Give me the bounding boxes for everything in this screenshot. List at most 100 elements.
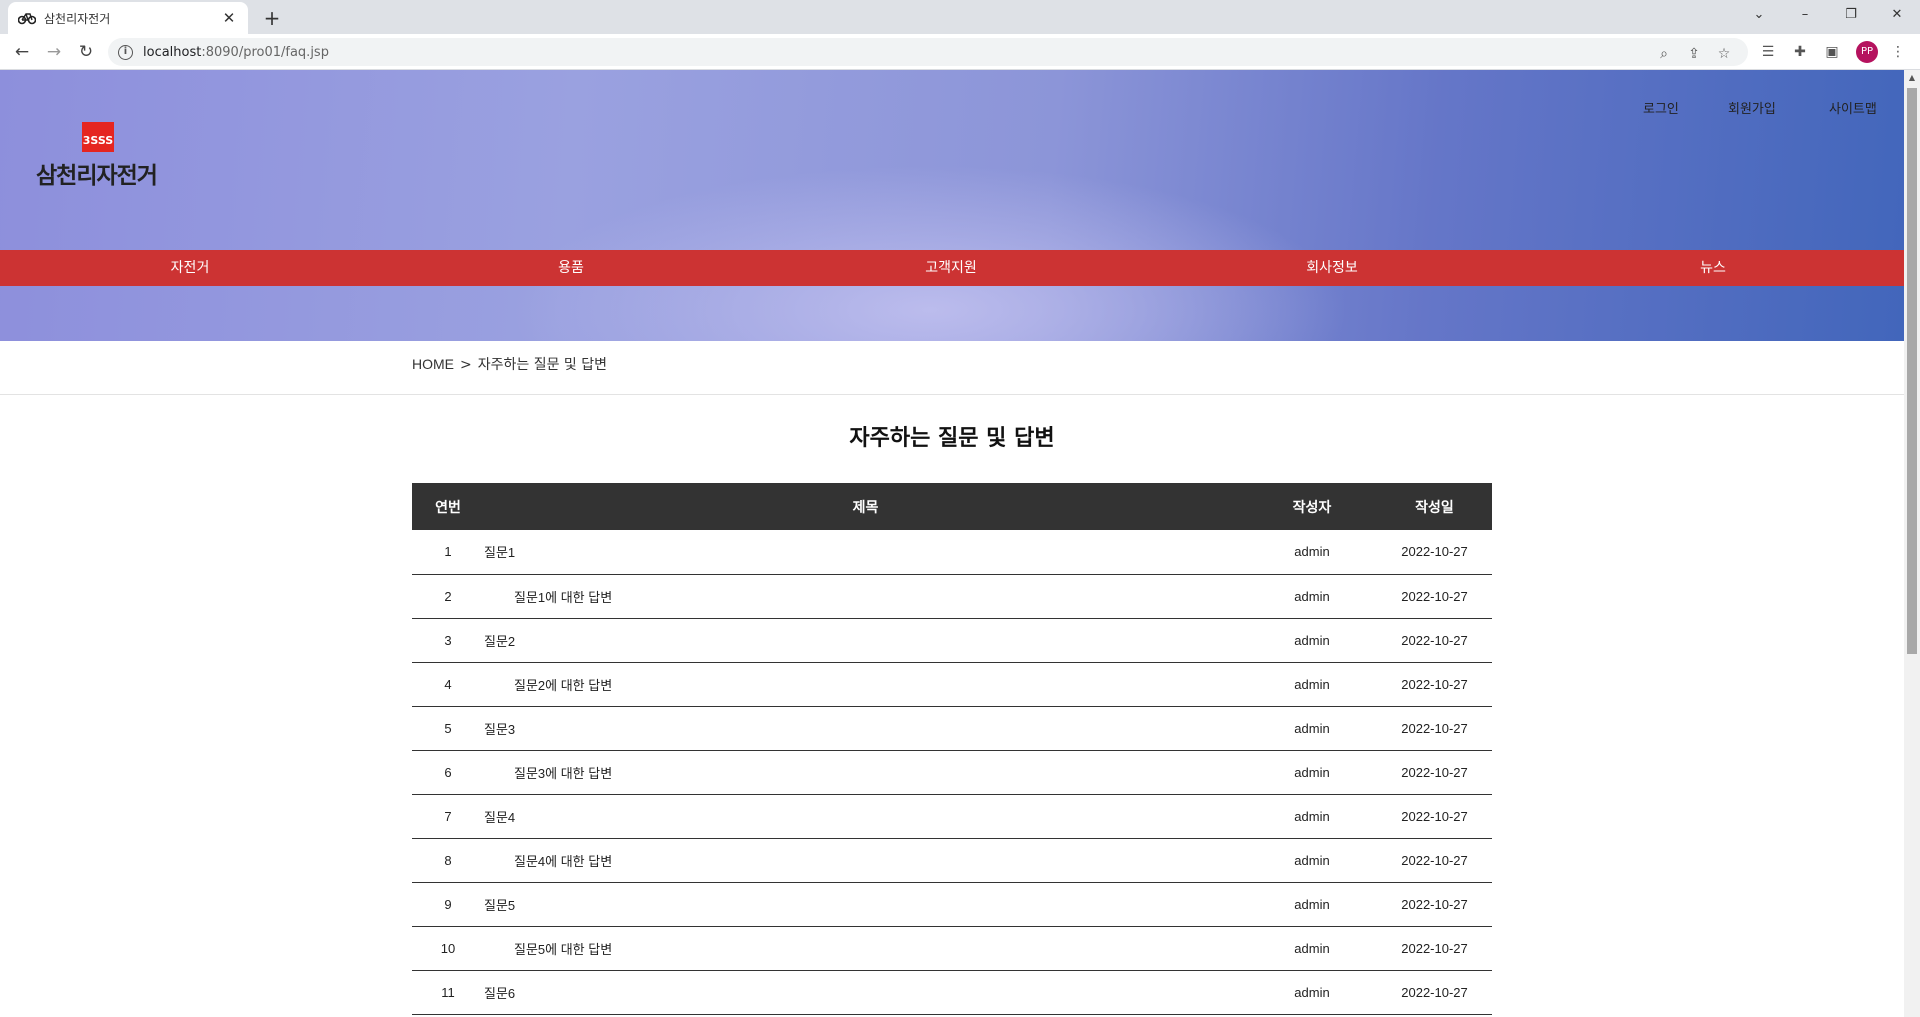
table-row[interactable]: 11 질문6 admin 2022-10-27	[412, 970, 1492, 1015]
question-title-link[interactable]: 질문1	[484, 530, 1247, 575]
page-viewport: 3SSS 삼천리자전거 로그인 회원가입 사이트맵 자전거 용품 고객지원 회사…	[0, 70, 1904, 1017]
minimize-button[interactable]: –	[1782, 0, 1828, 30]
address-bar[interactable]: i localhost:8090/pro01/faq.jsp ⌕ ⇪ ☆	[108, 38, 1748, 66]
row-date: 2022-10-27	[1377, 970, 1492, 1015]
row-date: 2022-10-27	[1377, 926, 1492, 971]
browser-tab[interactable]: 삼천리자전거 ✕	[8, 2, 248, 34]
question-title-link[interactable]: 질문2	[484, 618, 1247, 663]
answer-title-link[interactable]: 질문3에 대한 답변	[484, 750, 1247, 795]
answer-title-link[interactable]: 질문4에 대한 답변	[484, 838, 1247, 883]
row-author: admin	[1247, 926, 1377, 971]
share-icon[interactable]: ⇪	[1682, 42, 1706, 66]
row-number: 5	[412, 706, 484, 751]
restore-button[interactable]: ❐	[1828, 0, 1874, 30]
row-number: 8	[412, 838, 484, 883]
row-number: 7	[412, 794, 484, 839]
row-number: 3	[412, 618, 484, 663]
close-window-button[interactable]: ✕	[1874, 0, 1920, 30]
nav-item-company[interactable]: 회사정보	[1306, 250, 1358, 286]
browser-toolbar: ← → ↻ i localhost:8090/pro01/faq.jsp ⌕ ⇪…	[0, 34, 1920, 70]
answer-title-link[interactable]: 질문5에 대한 답변	[484, 926, 1247, 971]
table-row[interactable]: 3 질문2 admin 2022-10-27	[412, 618, 1492, 663]
tab-title: 삼천리자전거	[44, 11, 111, 26]
logo-mark: 3SSS	[82, 122, 114, 152]
side-panel-icon[interactable]: ▣	[1820, 40, 1844, 64]
site-info-icon[interactable]: i	[118, 44, 133, 60]
sitemap-link[interactable]: 사이트맵	[1829, 98, 1877, 117]
table-row[interactable]: 4 질문2에 대한 답변 admin 2022-10-27	[412, 662, 1492, 707]
table-row[interactable]: 9 질문5 admin 2022-10-27	[412, 882, 1492, 927]
question-title-link[interactable]: 질문4	[484, 794, 1247, 839]
nav-item-accessories[interactable]: 용품	[558, 250, 584, 286]
row-author: admin	[1247, 970, 1377, 1015]
faq-table: 연번 제목 작성자 작성일 1 질문1 admin 2022-10-27 2 질문1에 대…	[412, 483, 1492, 1015]
row-date: 2022-10-27	[1377, 750, 1492, 795]
site-logo[interactable]: 3SSS 삼천리자전거	[36, 122, 166, 192]
zoom-icon[interactable]: ⌕	[1652, 42, 1676, 66]
tab-close-icon[interactable]: ✕	[220, 9, 238, 27]
forward-icon[interactable]: →	[40, 38, 68, 66]
question-title-link[interactable]: 질문5	[484, 882, 1247, 927]
nav-item-bicycle[interactable]: 자전거	[171, 250, 210, 286]
table-row[interactable]: 1 질문1 admin 2022-10-27	[412, 530, 1492, 575]
logo-text: 삼천리자전거	[36, 163, 158, 189]
row-author: admin	[1247, 750, 1377, 795]
row-date: 2022-10-27	[1377, 882, 1492, 927]
back-icon[interactable]: ←	[8, 38, 36, 66]
nav-item-news[interactable]: 뉴스	[1700, 250, 1726, 286]
login-link[interactable]: 로그인	[1643, 98, 1679, 117]
answer-title-link[interactable]: 질문1에 대한 답변	[484, 574, 1247, 619]
column-header-no: 연번	[412, 483, 484, 530]
row-number: 11	[412, 970, 484, 1015]
nav-item-support[interactable]: 고객지원	[925, 250, 977, 286]
column-header-date: 작성일	[1377, 483, 1492, 530]
scrollbar-thumb[interactable]	[1907, 88, 1917, 654]
column-header-title: 제목	[484, 483, 1247, 530]
url-path: :8090/pro01/faq.jsp	[201, 44, 329, 60]
breadcrumb: HOME > 자주하는 질문 및 답변	[412, 341, 607, 395]
table-row[interactable]: 6 질문3에 대한 답변 admin 2022-10-27	[412, 750, 1492, 795]
main-nav: 자전거 용품 고객지원 회사정보 뉴스	[0, 250, 1904, 286]
table-row[interactable]: 10 질문5에 대한 답변 admin 2022-10-27	[412, 926, 1492, 971]
new-tab-button[interactable]: +	[258, 4, 286, 32]
answer-title-link[interactable]: 질문2에 대한 답변	[484, 662, 1247, 707]
breadcrumb-separator: >	[460, 357, 472, 373]
row-author: admin	[1247, 618, 1377, 663]
table-row[interactable]: 2 질문1에 대한 답변 admin 2022-10-27	[412, 574, 1492, 619]
tab-bar: 삼천리자전거 ✕ + ⌄ – ❐ ✕	[0, 0, 1920, 34]
question-title-link[interactable]: 질문3	[484, 706, 1247, 751]
header-banner: 3SSS 삼천리자전거 로그인 회원가입 사이트맵 자전거 용품 고객지원 회사…	[0, 70, 1904, 341]
page-title: 자주하는 질문 및 답변	[849, 426, 1055, 451]
row-date: 2022-10-27	[1377, 662, 1492, 707]
table-row[interactable]: 8 질문4에 대한 답변 admin 2022-10-27	[412, 838, 1492, 883]
row-author: admin	[1247, 882, 1377, 927]
reading-list-icon[interactable]: ☰	[1756, 40, 1780, 64]
scroll-up-icon[interactable]: ▲	[1904, 70, 1920, 86]
breadcrumb-current: 자주하는 질문 및 답변	[477, 357, 608, 373]
vertical-scrollbar[interactable]: ▲	[1904, 70, 1920, 1017]
profile-avatar[interactable]: PP	[1856, 41, 1878, 63]
signup-link[interactable]: 회원가입	[1728, 98, 1776, 117]
row-date: 2022-10-27	[1377, 794, 1492, 839]
table-row[interactable]: 5 질문3 admin 2022-10-27	[412, 706, 1492, 751]
breadcrumb-home[interactable]: HOME	[412, 356, 454, 372]
bookmark-star-icon[interactable]: ☆	[1712, 42, 1736, 66]
row-number: 2	[412, 574, 484, 619]
tab-search-icon[interactable]: ⌄	[1736, 0, 1782, 30]
row-author: admin	[1247, 662, 1377, 707]
breadcrumb-bar: HOME > 자주하는 질문 및 답변	[0, 341, 1904, 395]
row-author: admin	[1247, 530, 1377, 575]
row-number: 1	[412, 530, 484, 575]
reload-icon[interactable]: ↻	[72, 38, 100, 66]
row-author: admin	[1247, 794, 1377, 839]
table-body: 1 질문1 admin 2022-10-27 2 질문1에 대한 답변 admin 2022-…	[412, 530, 1492, 1015]
table-row[interactable]: 7 질문4 admin 2022-10-27	[412, 794, 1492, 839]
row-author: admin	[1247, 838, 1377, 883]
row-date: 2022-10-27	[1377, 706, 1492, 751]
menu-kebab-icon[interactable]: ⋮	[1886, 40, 1910, 64]
column-header-author: 작성자	[1247, 483, 1377, 530]
url-host: localhost	[143, 44, 202, 60]
extensions-icon[interactable]: ✚	[1788, 40, 1812, 64]
question-title-link[interactable]: 질문6	[484, 970, 1247, 1015]
row-author: admin	[1247, 706, 1377, 751]
